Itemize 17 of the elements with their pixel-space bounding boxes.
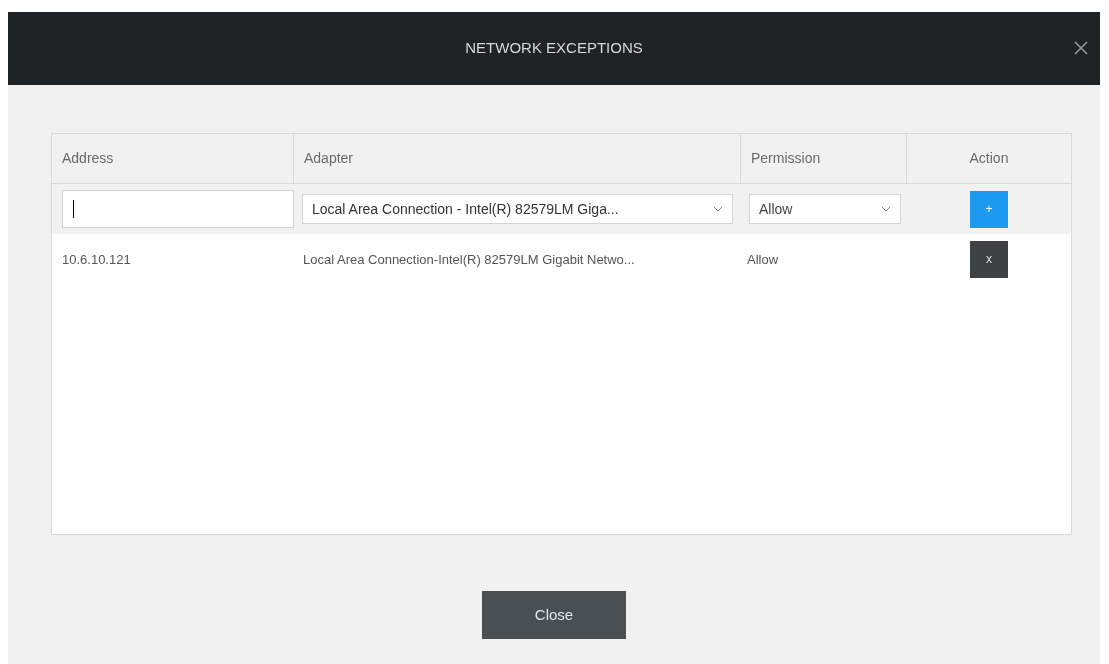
chevron-down-icon (713, 206, 723, 212)
close-button[interactable]: Close (482, 591, 626, 639)
column-header: Adapter (304, 149, 354, 168)
column-header: Address (62, 149, 114, 168)
window-title: NETWORK EXCEPTIONS (465, 38, 643, 59)
remove-button[interactable]: x (970, 240, 1008, 278)
address-field[interactable] (62, 190, 294, 228)
permission-dropdown[interactable]: Allow (749, 194, 901, 224)
close-icon[interactable] (1072, 39, 1090, 57)
permission-cell: Allow (747, 252, 779, 267)
adapter-dropdown[interactable]: Local Area Connection - Intel(R) 82579LM Giga... (302, 194, 733, 224)
column-header: Permission (751, 149, 821, 168)
address-cell: 10.6.10.121 (62, 252, 131, 267)
column-header: Action (969, 149, 1009, 168)
adapter-cell: Local Area Connection-Intel(R) 82579LM Gigabit Netwo... (303, 252, 635, 267)
chevron-down-icon (881, 206, 891, 212)
text-cursor (73, 200, 74, 218)
